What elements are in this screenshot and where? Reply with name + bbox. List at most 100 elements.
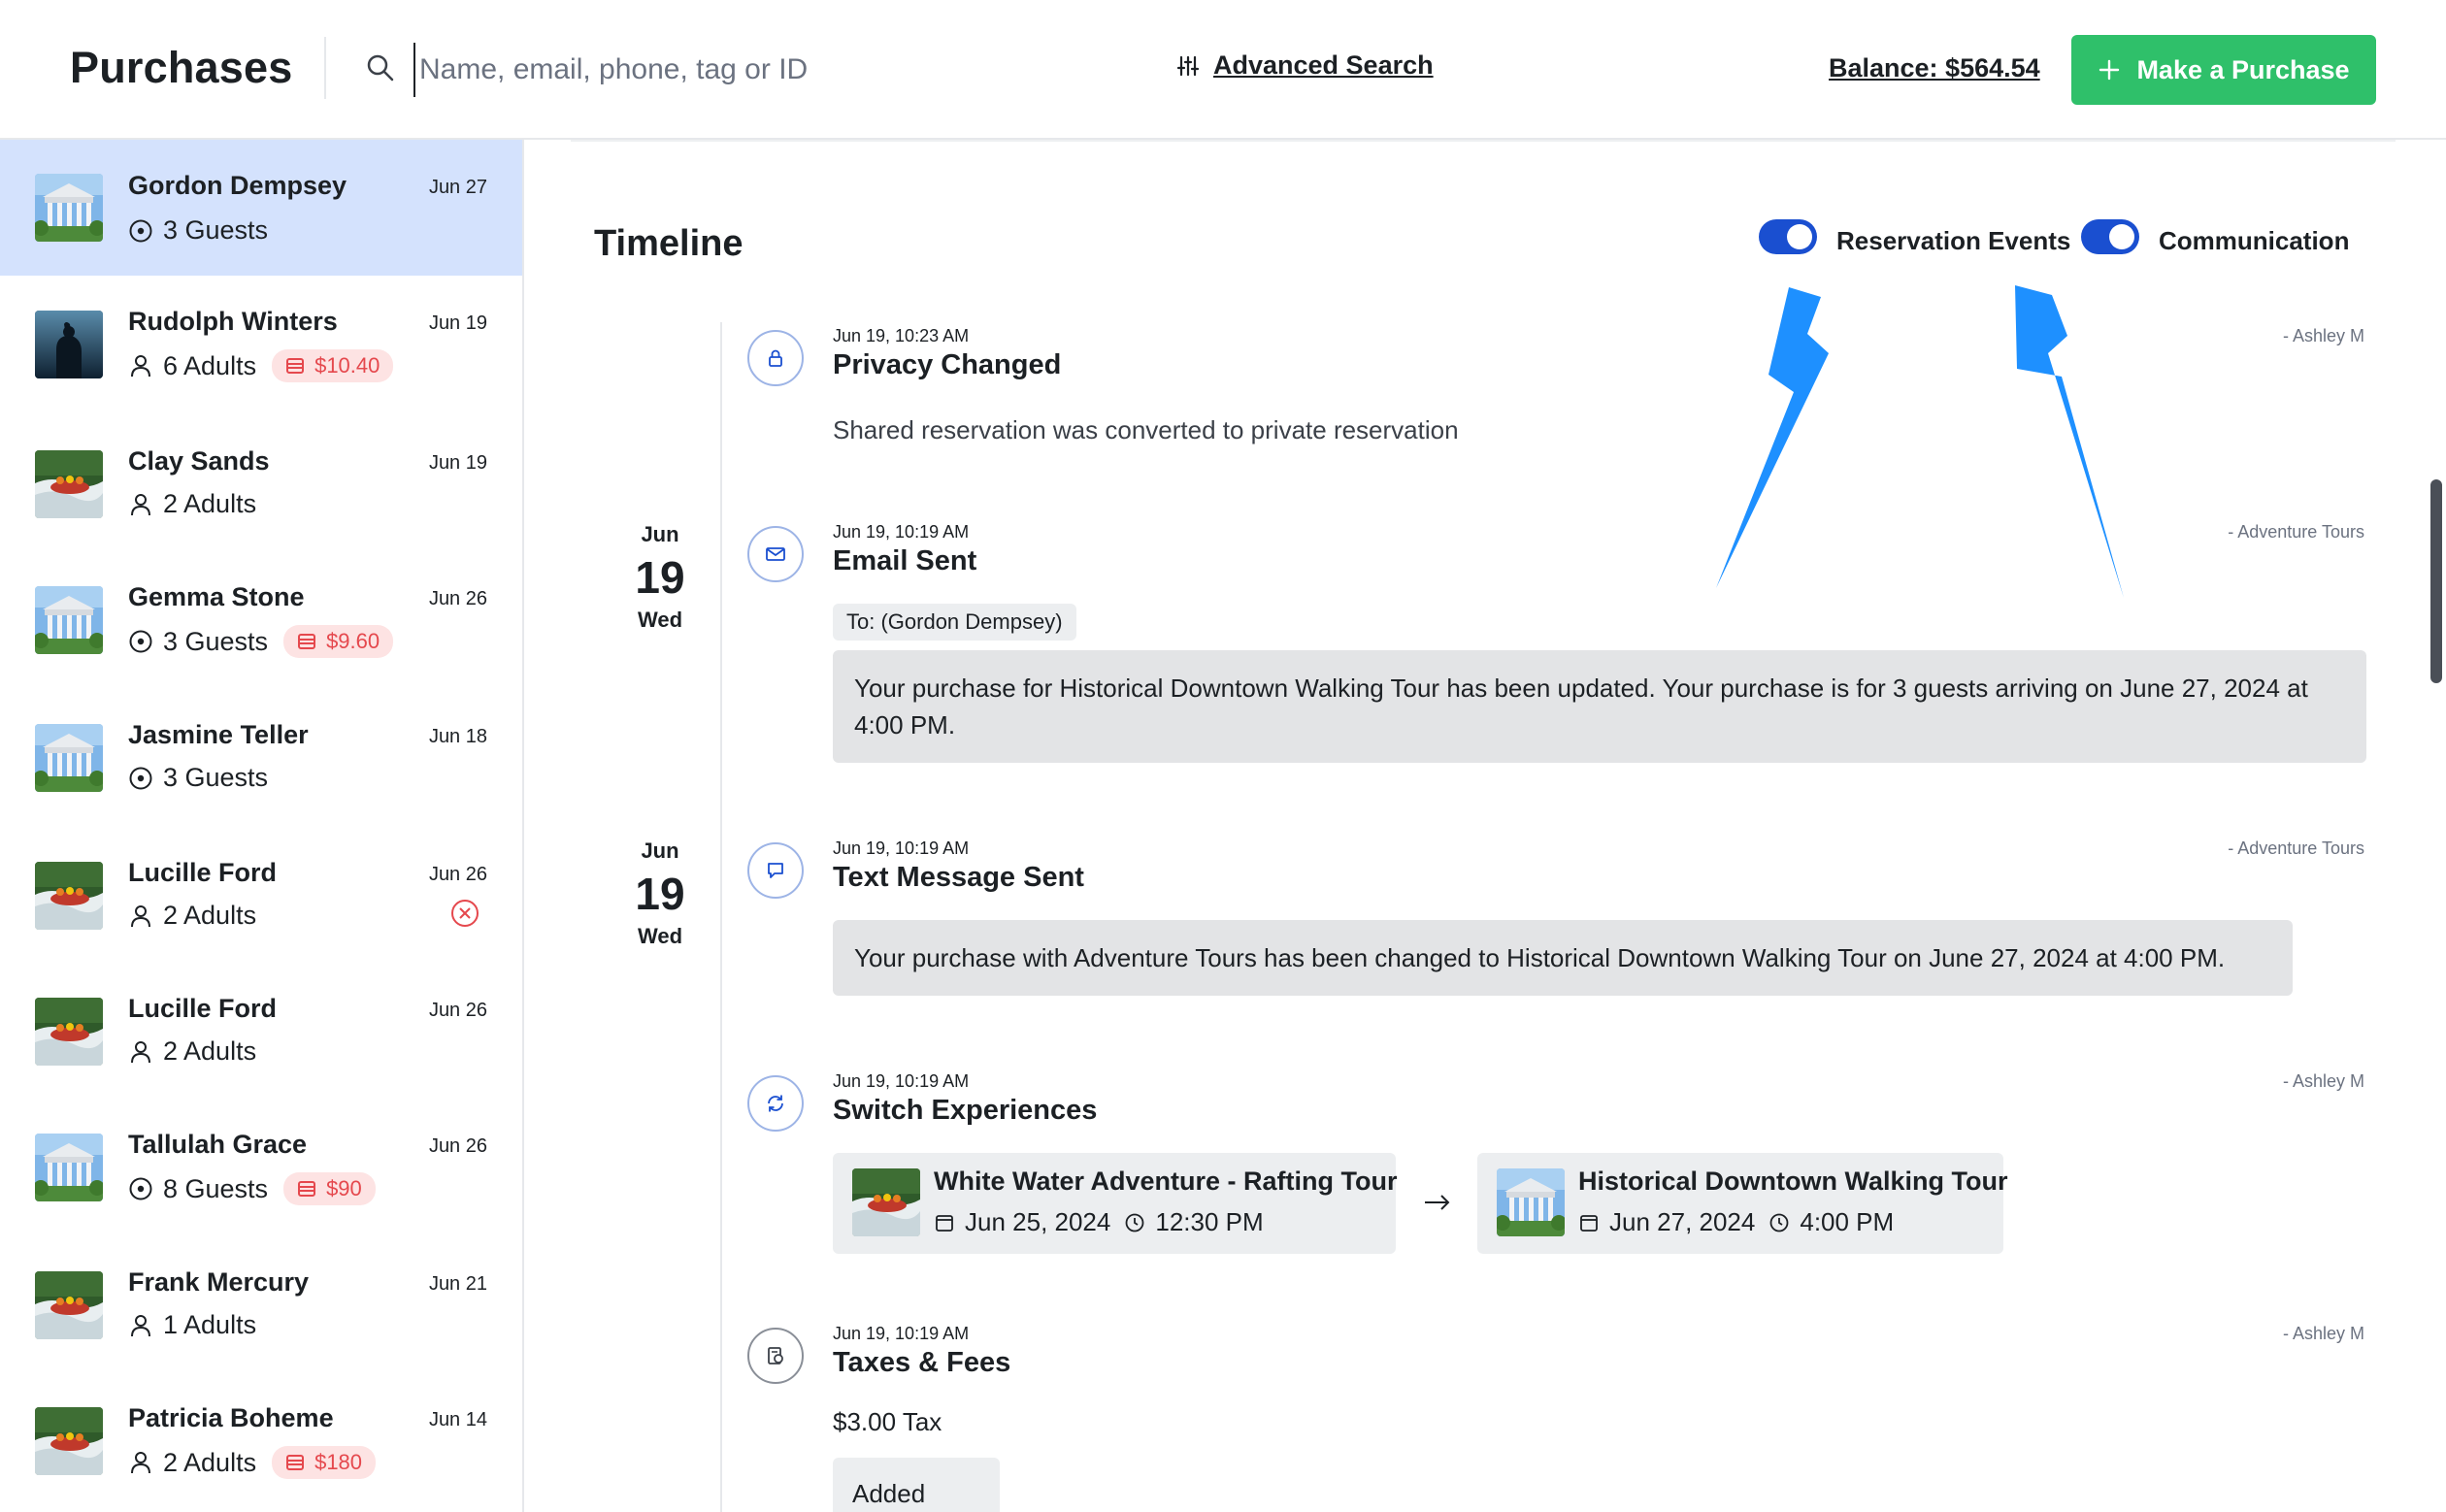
experience-name: Historical Downtown Walking Tour (1578, 1167, 2008, 1196)
purchase-row-tallulah-grace[interactable]: Tallulah Grace Jun 26 8 Guests $90 (0, 1095, 522, 1231)
guest-count-label: 2 Adults (163, 901, 257, 930)
rafting-thumbnail (35, 998, 103, 1066)
guest-count-label: 2 Adults (163, 1447, 257, 1477)
ticket-icon (298, 1181, 316, 1197)
person-icon (131, 1040, 150, 1063)
event-author: - Ashley M (2282, 326, 2364, 345)
lock-icon (747, 330, 804, 386)
ticket-icon (286, 358, 305, 374)
day-marker: Jun 19 Wed (621, 522, 699, 633)
event-title: Email Sent (833, 545, 977, 576)
reservation-events-toggle[interactable] (1759, 219, 1817, 254)
calendar-icon (1580, 1214, 1598, 1232)
event-author: - Ashley M (2282, 1071, 2364, 1091)
customer-name: Clay Sands (128, 446, 270, 476)
building-thumbnail (1497, 1168, 1565, 1236)
purchase-row-gemma-stone[interactable]: Gemma Stone Jun 26 3 Guests $9.60 (0, 547, 522, 683)
guest-count: 2 Adults $180 (128, 1446, 377, 1479)
balance-due-amount: $9.60 (326, 629, 380, 653)
guest-count-label: 3 Guests (163, 763, 269, 792)
guest-count: 3 Guests (128, 215, 268, 246)
day-marker: Jun 19 Wed (621, 838, 699, 949)
event-time: Jun 19, 10:19 AM (833, 1324, 970, 1343)
purchase-row-lucille-ford[interactable]: Lucille Ford Jun 26 2 Adults (0, 823, 522, 959)
purchase-date: Jun 26 (428, 1000, 487, 1021)
purchase-row-frank-mercury[interactable]: Frank Mercury Jun 21 1 Adults (0, 1233, 522, 1368)
person-icon (131, 355, 150, 378)
plus-icon (2099, 59, 2120, 81)
experience-name: White Water Adventure - Rafting Tour (934, 1167, 1398, 1196)
experience-time: 4:00 PM (1800, 1207, 1895, 1236)
event-time: Jun 19, 10:19 AM (833, 1071, 970, 1091)
balance-due-badge: $90 (283, 1172, 376, 1205)
text-message: Your purchase with Adventure Tours has b… (833, 920, 2293, 996)
day-month: Jun (641, 522, 679, 546)
target-icon (129, 630, 152, 653)
experience-schedule: Jun 25, 2024 12:30 PM (934, 1207, 1264, 1237)
event-title: Text Message Sent (833, 862, 1084, 893)
target-icon (129, 767, 152, 789)
ticket-icon (286, 1455, 305, 1470)
day-number: 19 (635, 552, 685, 603)
previous-experience-card[interactable]: White Water Adventure - Rafting Tour Jun… (833, 1153, 1398, 1254)
guest-count: 3 Guests $9.60 (128, 625, 394, 658)
balance-due-amount: $10.40 (314, 353, 380, 378)
email-message: Your purchase for Historical Downtown Wa… (833, 650, 2366, 763)
purchase-row-gordon-dempsey[interactable]: Gordon Dempsey Jun 27 3 Guests (0, 140, 522, 276)
balance-due-badge: $10.40 (272, 349, 394, 382)
scrollbar-thumb[interactable] (2430, 479, 2442, 683)
rafting-thumbnail (852, 1168, 920, 1236)
clock-icon (1125, 1213, 1144, 1232)
make-purchase-button[interactable]: Make a Purchase (2071, 35, 2376, 105)
page-title: Purchases (70, 43, 293, 92)
search-input[interactable] (413, 43, 1132, 97)
email-recipient-chip: To: (Gordon Dempsey) (833, 604, 1076, 641)
person-icon (131, 1314, 150, 1336)
experience-date: Jun 27, 2024 (1609, 1207, 1756, 1236)
clock-icon (1769, 1213, 1789, 1232)
purchase-row-clay-sands[interactable]: Clay Sands Jun 19 2 Adults (0, 411, 522, 547)
calendar-icon (936, 1214, 953, 1232)
purchase-row-rudolph-winters[interactable]: Rudolph Winters Jun 19 6 Adults $10.40 (0, 276, 522, 411)
balance-due-badge: $9.60 (283, 625, 394, 658)
day-number: 19 (635, 869, 685, 919)
building-thumbnail (35, 586, 103, 654)
purchase-date: Jun 27 (428, 177, 487, 198)
receipt-icon (747, 1328, 804, 1384)
event-description: Shared reservation was converted to priv… (833, 415, 1459, 444)
timeline-panel: Timeline Reservation Events Communicatio… (524, 140, 2446, 1512)
purchase-row-patricia-boheme[interactable]: Patricia Boheme Jun 14 2 Adults $180 (0, 1368, 522, 1504)
customer-name: Jasmine Teller (128, 720, 309, 749)
balance-due-badge: $180 (272, 1446, 377, 1479)
customer-name: Lucille Ford (128, 994, 278, 1023)
communication-toggle[interactable] (2081, 219, 2139, 254)
target-icon (129, 1177, 152, 1200)
guest-count: 3 Guests (128, 763, 268, 793)
experience-schedule: Jun 27, 2024 4:00 PM (1578, 1207, 1894, 1237)
callout-arrow-communication (2015, 285, 2124, 598)
customer-name: Patricia Boheme (128, 1403, 334, 1432)
event-title: Privacy Changed (833, 349, 1062, 380)
balance-due-amount: $180 (314, 1450, 363, 1474)
purchase-date: Jun 21 (428, 1273, 487, 1295)
search-icon (367, 54, 394, 82)
purchase-row-lucille-ford[interactable]: Lucille Ford Jun 26 2 Adults (0, 959, 522, 1095)
person-icon (131, 904, 150, 927)
tax-amount: $3.00 Tax (833, 1407, 942, 1436)
reservation-events-label: Reservation Events (1836, 226, 2071, 255)
make-purchase-label: Make a Purchase (2136, 54, 2350, 84)
guest-count: 8 Guests $90 (128, 1172, 376, 1205)
mail-icon (747, 526, 804, 582)
customer-name: Tallulah Grace (128, 1130, 308, 1159)
guest-count-label: 2 Adults (163, 489, 257, 518)
advanced-search-link[interactable]: Advanced Search (1176, 50, 1434, 81)
day-weekday: Wed (637, 924, 683, 948)
guest-count: 2 Adults (128, 901, 256, 931)
guest-count-label: 3 Guests (163, 215, 269, 245)
sliders-icon (1176, 55, 1200, 76)
purchase-date: Jun 26 (428, 1135, 487, 1157)
purchase-row-jasmine-teller[interactable]: Jasmine Teller Jun 18 3 Guests (0, 685, 522, 821)
customer-name: Rudolph Winters (128, 307, 338, 336)
new-experience-card[interactable]: Historical Downtown Walking Tour Jun 27,… (1477, 1153, 2008, 1254)
balance-link[interactable]: Balance: $564.54 (1829, 53, 2040, 83)
